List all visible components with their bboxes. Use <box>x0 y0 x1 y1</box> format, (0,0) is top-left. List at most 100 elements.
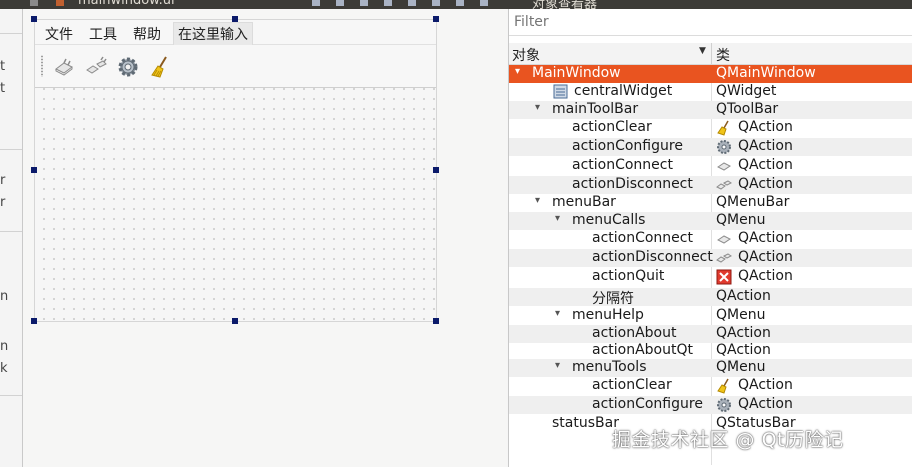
panel-fragment-text: r <box>0 195 6 210</box>
tree-row[interactable]: ▾ menuTools QMenu <box>509 359 912 377</box>
row-object-name: 分隔符 <box>592 291 634 307</box>
toolbar-icon-8[interactable] <box>480 0 488 6</box>
tree-row[interactable]: centralWidget QWidget <box>509 83 912 101</box>
connect-icon <box>716 231 732 247</box>
row-object-name: actionDisconnect <box>592 249 713 265</box>
expand-arrow-icon[interactable]: ▾ <box>555 308 560 319</box>
tree-row[interactable]: actionQuit QAction <box>509 268 912 286</box>
expand-arrow-icon[interactable]: ▾ <box>535 195 540 206</box>
tree-header: 对象 ▼ 类 <box>509 43 912 65</box>
row-class-name: QAction <box>738 157 793 173</box>
row-class-name: QAction <box>716 288 771 304</box>
form-toolbar[interactable] <box>35 45 436 88</box>
row-class-name: QAction <box>738 377 793 393</box>
tree-row[interactable]: ▾ menuHelp QMenu <box>509 307 912 325</box>
toolbar-icon-6[interactable] <box>432 0 440 6</box>
tree-row[interactable]: 分隔符 QAction <box>509 288 912 307</box>
resize-handle-top-left[interactable] <box>31 16 37 22</box>
resize-handle-bottom[interactable] <box>232 318 238 324</box>
tree-row[interactable]: actionConnect QAction <box>509 157 912 175</box>
header-object[interactable]: 对象 <box>512 45 540 65</box>
tree-row[interactable]: ▾ menuCalls QMenu <box>509 212 912 230</box>
tree-row[interactable]: actionDisconnect QAction <box>509 176 912 194</box>
menu-tools[interactable]: 工具 <box>89 24 117 44</box>
toolbar-icon-4[interactable] <box>384 0 392 6</box>
menu-help[interactable]: 帮助 <box>133 24 161 44</box>
row-class-name: QMenu <box>716 307 766 323</box>
row-object-name: statusBar <box>552 415 619 431</box>
row-class-name: QAction <box>738 119 793 135</box>
tree-row[interactable]: actionConfigure QAction <box>509 396 912 414</box>
broom-icon[interactable] <box>147 54 173 80</box>
row-class-name: QAction <box>738 138 793 154</box>
tree-row[interactable]: actionDisconnect QAction <box>509 249 912 267</box>
disconnect-icon <box>716 250 732 266</box>
menu-file[interactable]: 文件 <box>45 24 73 44</box>
object-inspector: 对象 ▼ 类 ▾ MainWindow QMainWindow centralW… <box>508 9 912 467</box>
row-class-name: QAction <box>738 249 793 265</box>
tree-row[interactable]: ▾ menuBar QMenuBar <box>509 194 912 212</box>
main-window-form[interactable]: 文件 工具 帮助 在这里输入 <box>34 19 437 322</box>
gear-icon[interactable] <box>115 54 141 80</box>
resize-handle-top[interactable] <box>232 16 238 22</box>
tree-row[interactable]: actionConnect QAction <box>509 230 912 248</box>
resize-handle-bottom-right[interactable] <box>433 318 439 324</box>
toolbar-icon-1[interactable] <box>312 0 320 6</box>
header-divider[interactable] <box>711 43 712 64</box>
toolbar-icon-5[interactable] <box>408 0 416 6</box>
expand-arrow-icon[interactable]: ▾ <box>515 66 520 77</box>
sort-down-icon: ▼ <box>699 46 706 56</box>
broom-icon <box>716 120 732 136</box>
expand-arrow-icon[interactable]: ▾ <box>555 360 560 371</box>
row-object-name: actionAbout <box>592 325 677 341</box>
gear-icon <box>716 139 732 155</box>
tree-row[interactable]: actionConfigure QAction <box>509 138 912 156</box>
tree-row[interactable]: ▾ MainWindow QMainWindow <box>509 65 912 83</box>
panel-fragment-text: t <box>0 59 6 74</box>
resize-handle-right[interactable] <box>433 167 439 173</box>
panel-fragment-text: n <box>0 289 9 304</box>
row-class-name: QAction <box>716 342 771 358</box>
row-object-name: menuHelp <box>572 307 644 323</box>
quit-icon <box>716 269 732 285</box>
expand-arrow-icon[interactable]: ▾ <box>535 102 540 113</box>
panel-divider <box>0 395 22 396</box>
disconnect-icon <box>716 177 732 193</box>
toolbar-grip[interactable] <box>41 55 43 77</box>
resize-handle-bottom-left[interactable] <box>31 318 37 324</box>
tree-row[interactable]: actionClear QAction <box>509 377 912 395</box>
window-menu-icon[interactable] <box>30 0 38 6</box>
expand-arrow-icon[interactable]: ▾ <box>555 213 560 224</box>
tree-row[interactable]: actionClear QAction <box>509 119 912 137</box>
disconnect-icon[interactable] <box>83 54 109 80</box>
row-object-name: actionDisconnect <box>572 176 693 192</box>
panel-fragment-text: n <box>0 339 9 354</box>
panel-divider <box>0 33 22 34</box>
toolbar-icon-7[interactable] <box>456 0 464 6</box>
row-object-name: actionConfigure <box>572 138 683 154</box>
title-bar: mainwindow.ui 对象查看器 <box>0 0 912 9</box>
connect-icon[interactable] <box>51 54 77 80</box>
inspector-title: 对象查看器 <box>532 0 598 9</box>
resize-handle-left[interactable] <box>31 167 37 173</box>
resize-handle-top-right[interactable] <box>433 16 439 22</box>
row-class-name: QMenu <box>716 212 766 228</box>
tree-row[interactable]: ▾ mainToolBar QToolBar <box>509 101 912 119</box>
toolbar-icon-3[interactable] <box>360 0 368 6</box>
form-editor-area[interactable]: 文件 工具 帮助 在这里输入 <box>23 9 507 467</box>
row-class-name: QToolBar <box>716 101 779 117</box>
row-class-name: QAction <box>738 396 793 412</box>
tree-row[interactable]: actionAbout QAction <box>509 325 912 343</box>
header-class[interactable]: 类 <box>716 45 730 65</box>
document-icon <box>56 0 64 6</box>
row-object-name: actionQuit <box>592 268 665 284</box>
row-class-name: QAction <box>738 230 793 246</box>
form-menu-bar[interactable]: 文件 工具 帮助 在这里输入 <box>35 20 436 46</box>
tree-row[interactable]: actionAboutQt QAction <box>509 342 912 360</box>
row-class-name: QAction <box>716 325 771 341</box>
row-object-name: menuBar <box>552 194 616 210</box>
filter-input[interactable] <box>512 13 896 31</box>
menu-type-here[interactable]: 在这里输入 <box>173 22 253 46</box>
toolbar-icon-2[interactable] <box>336 0 344 6</box>
row-object-name: actionConfigure <box>592 396 703 412</box>
